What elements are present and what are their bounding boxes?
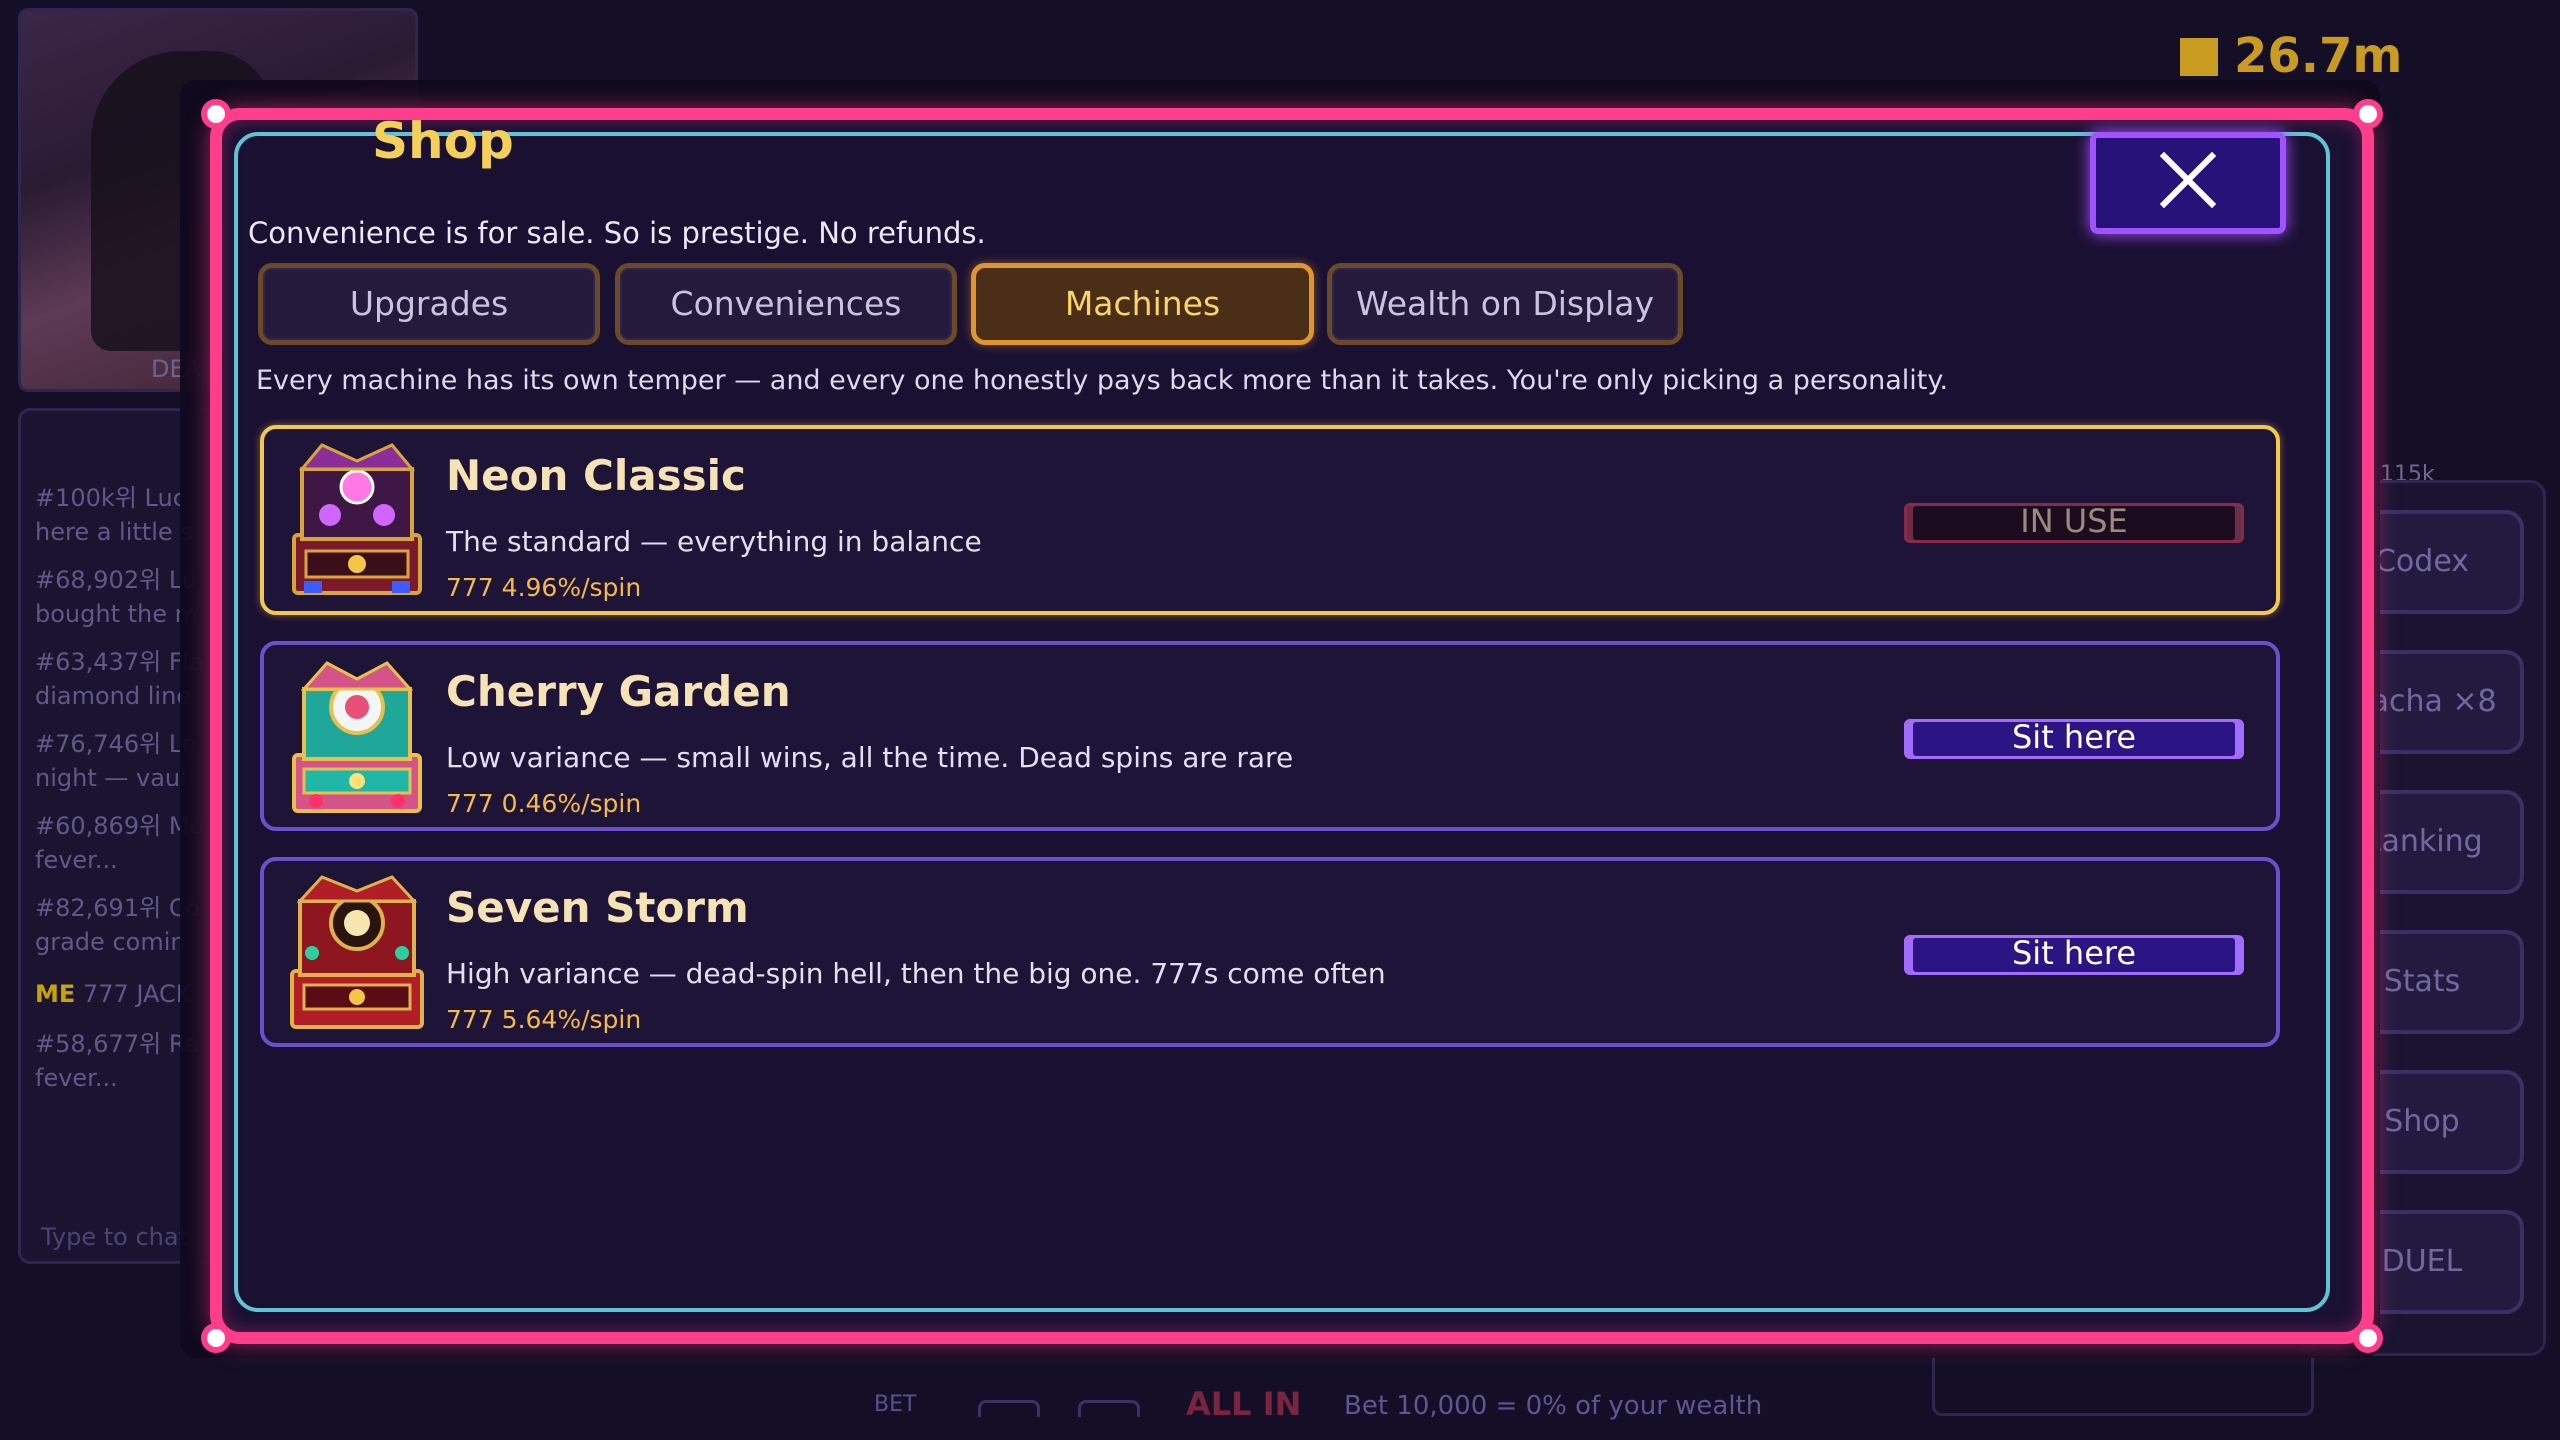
page-title: Shop (372, 112, 514, 170)
wealth-display: 26.7m (2180, 28, 2402, 84)
machine-name: Neon Classic (446, 451, 746, 500)
machine-jackpot-rate: 777 0.46%/spin (446, 789, 642, 818)
bet-increase-button[interactable] (1078, 1400, 1140, 1417)
cherry-garden-machine-icon (292, 661, 422, 813)
chat-input[interactable]: Type to chat (41, 1223, 188, 1251)
chat-message: #68,902위 Lubought the m (35, 566, 199, 628)
machine-jackpot-rate: 777 5.64%/spin (446, 1005, 642, 1034)
tab-description: Every machine has its own temper — and e… (256, 365, 1949, 396)
neon-classic-machine-icon (292, 443, 422, 595)
machine-description: Low variance — small wins, all the time.… (446, 741, 1294, 774)
all-in-button[interactable]: ALL IN (1186, 1385, 1301, 1423)
chat-message-me: ME 777 JACK (35, 980, 192, 1008)
seven-storm-machine-icon (290, 875, 424, 1029)
bet-info: Bet 10,000 = 0% of your wealth (1344, 1391, 1763, 1421)
frame-corner-dot (201, 99, 231, 129)
coin-icon (2180, 38, 2218, 76)
tab-machines[interactable]: Machines (971, 263, 1314, 345)
tab-wealth-on-display[interactable]: Wealth on Display (1327, 263, 1683, 345)
machine-description: The standard — everything in balance (446, 525, 982, 558)
machine-name: Seven Storm (446, 883, 749, 932)
tab-upgrades[interactable]: Upgrades (258, 263, 600, 345)
machine-card-seven-storm[interactable]: Seven Storm High variance — dead-spin he… (260, 857, 2280, 1047)
shop-subtitle: Convenience is for sale. So is prestige.… (248, 216, 986, 250)
machine-description: High variance — dead-spin hell, then the… (446, 957, 1386, 990)
frame-corner-dot (2353, 99, 2383, 129)
chat-message: #63,437위 Fladiamond line (35, 648, 204, 710)
close-button[interactable] (2090, 132, 2286, 234)
frame-corner-dot (201, 1323, 231, 1353)
close-icon (2159, 151, 2217, 209)
bet-decrease-button[interactable] (978, 1400, 1040, 1417)
bet-label: BET (874, 1392, 917, 1417)
chat-message: #60,869위 Mofever... (35, 812, 204, 874)
in-use-badge: IN USE (1904, 503, 2244, 543)
frame-corner-dot (2353, 1323, 2383, 1353)
chat-message: #76,746위 Lenight — vaul (35, 730, 197, 792)
machine-name: Cherry Garden (446, 667, 791, 716)
machine-card-cherry-garden[interactable]: Cherry Garden Low variance — small wins,… (260, 641, 2280, 831)
tab-conveniences[interactable]: Conveniences (615, 263, 957, 345)
machine-jackpot-rate: 777 4.96%/spin (446, 573, 642, 602)
chat-message: #100k위 Luc here a little s (35, 484, 193, 546)
sit-here-button[interactable]: Sit here (1904, 719, 2244, 759)
machine-card-neon-classic[interactable]: Neon Classic The standard — everything i… (260, 425, 2280, 615)
chat-message: #82,691위 Cograde comin (35, 894, 200, 956)
sit-here-button[interactable]: Sit here (1904, 935, 2244, 975)
chat-message: #58,677위 Rafever... (35, 1030, 200, 1092)
